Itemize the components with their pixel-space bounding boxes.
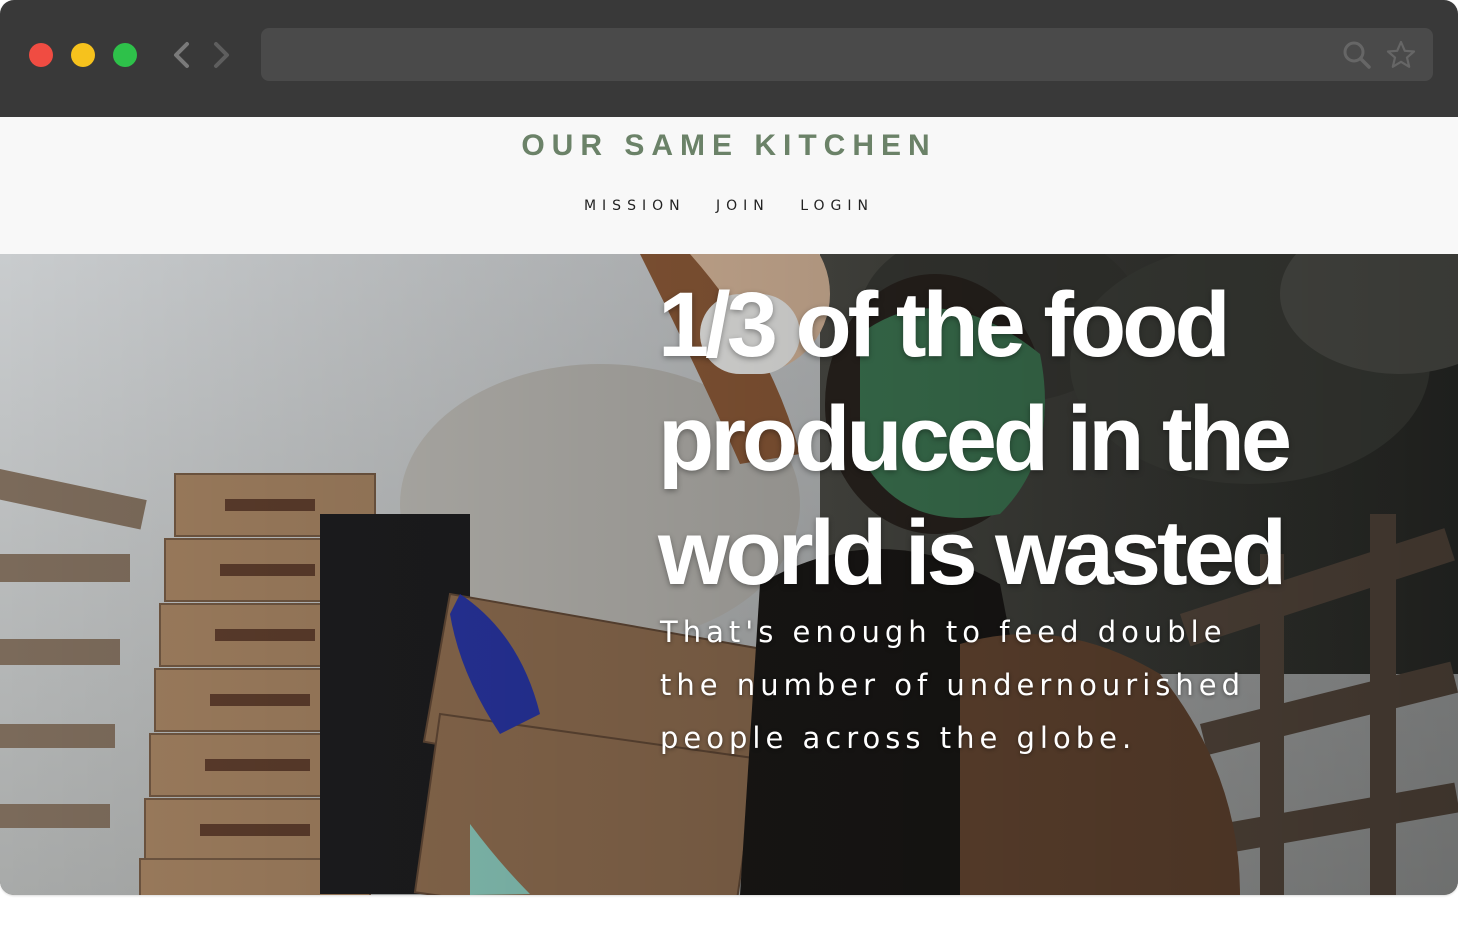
hero-headline: 1/3 of the food produced in the world is… xyxy=(658,274,1292,604)
hero-subtext: That's enough to feed double the number … xyxy=(660,615,1246,755)
nav-link-mission[interactable]: MISSION xyxy=(584,198,686,214)
close-window-button[interactable] xyxy=(29,43,53,67)
site-header: OUR SAME KITCHEN MISSION JOIN LOGIN xyxy=(0,117,1458,254)
nav-link-login[interactable]: LOGIN xyxy=(800,198,874,214)
main-nav: MISSION JOIN LOGIN xyxy=(0,198,1458,214)
site-logo[interactable]: OUR SAME KITCHEN xyxy=(0,129,1458,163)
browser-window: OUR SAME KITCHEN MISSION JOIN LOGIN 1/3 … xyxy=(0,0,1458,895)
search-icon[interactable] xyxy=(1342,40,1372,70)
nav-link-join[interactable]: JOIN xyxy=(716,198,770,214)
back-arrow-icon[interactable] xyxy=(170,38,192,72)
star-icon[interactable] xyxy=(1386,40,1416,70)
zoom-window-button[interactable] xyxy=(113,43,137,67)
minimize-window-button[interactable] xyxy=(71,43,95,67)
browser-toolbar xyxy=(0,0,1458,117)
forward-arrow-icon[interactable] xyxy=(211,38,233,72)
address-bar[interactable] xyxy=(261,28,1433,81)
